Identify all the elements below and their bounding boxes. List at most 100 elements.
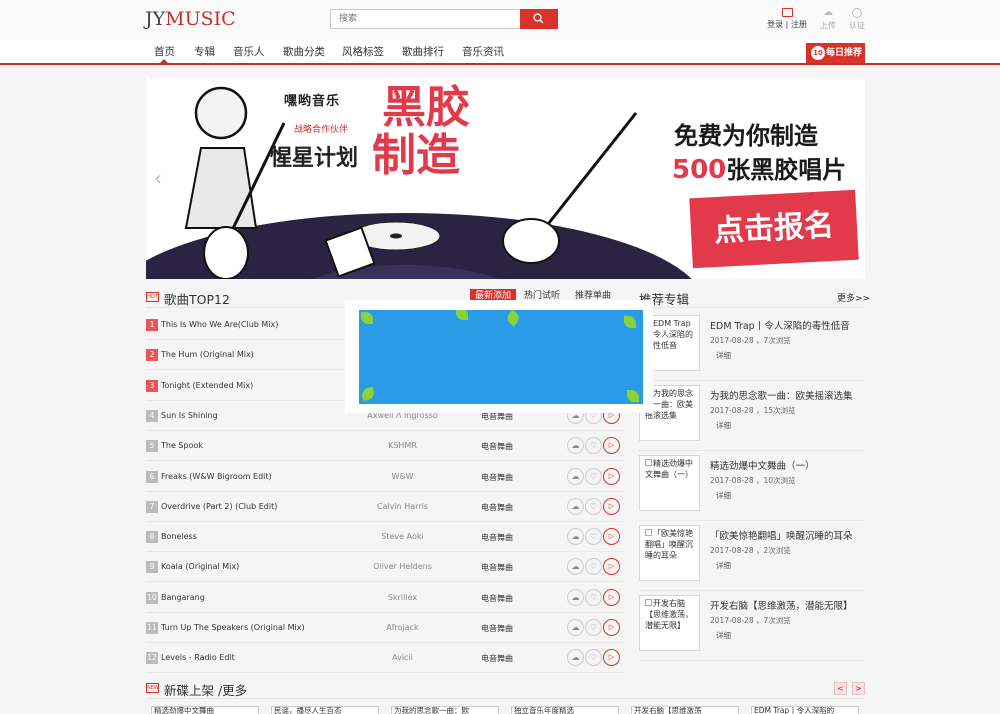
song-row[interactable]: 12 Levels - Radio Edit Avicii 电音舞曲 ☁ ♡ ▷ (146, 643, 625, 674)
new-prev-button[interactable]: < (834, 682, 847, 695)
play-button[interactable]: ▷ (603, 467, 620, 485)
album-detail-link[interactable]: 详细 (716, 560, 731, 571)
album-title[interactable]: 为我的思念歌一曲：欧美摇滚选集 (710, 388, 865, 402)
song-name[interactable]: Tonight (Extended Mix) (161, 381, 253, 390)
album-cover[interactable]: 「欧美惊艳翻唱」唤醒沉睡的耳朵 (639, 525, 700, 581)
like-button[interactable]: ♡ (585, 467, 602, 485)
song-artist[interactable]: Calvin Harris (346, 502, 459, 511)
nav-home[interactable]: 首页 (154, 44, 175, 59)
new-release-card[interactable]: EDM Trap丨令人深陷的 (751, 706, 859, 714)
like-button[interactable]: ♡ (585, 437, 602, 455)
video-player[interactable] (359, 310, 643, 404)
song-name[interactable]: Boneless (161, 532, 197, 541)
album-item[interactable]: 为我的思念歌一曲：欧美摇滚选集 为我的思念歌一曲：欧美摇滚选集 2017-08-28… (639, 385, 865, 451)
album-title[interactable]: 开发右脑【思维激荡，潜能无限】 (710, 598, 865, 612)
new-release-card[interactable]: 独立音乐年度精选 (511, 706, 619, 714)
album-item[interactable]: 「欧美惊艳翻唱」唤醒沉睡的耳朵 「欧美惊艳翻唱」唤醒沉睡的耳朵 2017-08-28… (639, 525, 865, 591)
play-button[interactable]: ▷ (603, 437, 620, 455)
song-row[interactable]: 8 Boneless Steve Aoki 电音舞曲 ☁ ♡ ▷ (146, 522, 625, 553)
song-name[interactable]: Sun Is Shining (161, 411, 218, 420)
album-cover[interactable]: 开发右脑【思维激荡，潜能无限】 (639, 595, 700, 651)
download-button[interactable]: ☁ (567, 437, 584, 455)
search-button[interactable] (520, 9, 558, 29)
play-button[interactable]: ▷ (603, 558, 620, 576)
nav-song-chart[interactable]: 歌曲排行 (402, 44, 444, 59)
song-name[interactable]: Overdrive (Part 2) (Club Edit) (161, 502, 277, 511)
song-name[interactable]: Freaks (W&W Bigroom Edit) (161, 472, 272, 481)
play-button[interactable]: ▷ (603, 588, 620, 606)
site-logo[interactable]: JYMUSIC (145, 8, 236, 30)
login-register-link[interactable]: 登录 | 注册 (762, 8, 812, 30)
song-name[interactable]: Levels - Radio Edit (161, 653, 235, 662)
song-name[interactable]: The Spook (161, 441, 203, 450)
song-row[interactable]: 6 Freaks (W&W Bigroom Edit) W&W 电音舞曲 ☁ ♡ ▷ (146, 462, 625, 492)
albums-more-link[interactable]: 更多>> (837, 291, 870, 304)
song-name[interactable]: This Is Who We Are(Club Mix) (161, 320, 278, 329)
new-next-button[interactable]: > (852, 682, 865, 695)
nav-music-news[interactable]: 音乐资讯 (462, 44, 504, 59)
album-title[interactable]: 「欧美惊艳翻唱」唤醒沉睡的耳朵 (710, 528, 865, 542)
song-artist[interactable]: KSHMR (346, 441, 459, 450)
song-artist[interactable]: Oliver Heldens (346, 562, 459, 571)
album-detail-link[interactable]: 详细 (716, 630, 731, 641)
album-cover[interactable]: 精选劲爆中文舞曲（一） (639, 455, 700, 511)
album-title[interactable]: 精选劲爆中文舞曲（一） (710, 458, 865, 472)
video-overlay[interactable] (345, 300, 653, 413)
new-section-title[interactable]: 新碟上架 /更多 (164, 680, 247, 699)
search-input[interactable] (331, 10, 521, 28)
song-name[interactable]: Turn Up The Speakers (Original Mix) (161, 623, 305, 632)
album-item[interactable]: 精选劲爆中文舞曲（一） 精选劲爆中文舞曲（一） 2017-08-28 ，10次浏览详… (639, 455, 865, 521)
song-row[interactable]: 5 The Spook KSHMR 电音舞曲 ☁ ♡ ▷ (146, 431, 625, 462)
daily-recommend-button[interactable]: 10 每日推荐 (806, 43, 865, 63)
like-button[interactable]: ♡ (585, 558, 602, 576)
download-button[interactable]: ☁ (567, 588, 584, 606)
album-item[interactable]: 开发右脑【思维激荡，潜能无限】 开发右脑【思维激荡，潜能无限】 2017-08-28… (639, 595, 865, 661)
download-button[interactable]: ☁ (567, 558, 584, 576)
nav-albums[interactable]: 专辑 (194, 44, 215, 59)
like-button[interactable]: ♡ (585, 528, 602, 546)
promo-banner[interactable]: ‹ 嘿哟音乐 战略合作伙伴 惺星计划 黑胶 制造 免费为你制造 500张黑胶唱片… (146, 78, 865, 279)
nav-style-tags[interactable]: 风格标签 (342, 44, 384, 59)
nav-musicians[interactable]: 音乐人 (233, 44, 265, 59)
upload-link[interactable]: ☁ 上传 (816, 8, 840, 31)
song-name[interactable]: The Hum (Original Mix) (161, 350, 254, 359)
new-release-card[interactable]: 开发右脑【思维激荡 (631, 706, 739, 714)
song-name[interactable]: Bangarang (161, 593, 205, 602)
certify-link[interactable]: 认证 (845, 8, 869, 31)
play-button[interactable]: ▷ (603, 528, 620, 546)
download-button[interactable]: ☁ (567, 649, 584, 667)
song-name[interactable]: Koala (Original Mix) (161, 562, 239, 571)
album-detail-link[interactable]: 详细 (716, 350, 731, 361)
album-item[interactable]: EDM Trap丨令人深陷的毒性低音 EDM Trap丨令人深陷的毒性低音 2017… (639, 315, 865, 381)
banner-signup-button[interactable]: 点击报名 (689, 189, 859, 269)
song-artist[interactable]: W&W (346, 472, 459, 481)
song-row[interactable]: 10 Bangarang Skrillex 电音舞曲 ☁ ♡ ▷ (146, 583, 625, 613)
banner-prev-arrow[interactable]: ‹ (154, 166, 162, 190)
new-release-card[interactable]: 为我的思念歌一曲：欧 (391, 706, 499, 714)
play-button[interactable]: ▷ (603, 619, 620, 636)
play-button[interactable]: ▷ (603, 649, 620, 667)
song-row[interactable]: 7 Overdrive (Part 2) (Club Edit) Calvin Ha… (146, 492, 625, 522)
album-title[interactable]: EDM Trap丨令人深陷的毒性低音 (710, 318, 865, 332)
new-release-card[interactable]: 民谣，播尽人生百态 (271, 706, 379, 714)
like-button[interactable]: ♡ (585, 497, 602, 515)
album-detail-link[interactable]: 详细 (716, 420, 731, 431)
download-button[interactable]: ☁ (567, 497, 584, 515)
album-detail-link[interactable]: 详细 (716, 490, 731, 501)
song-artist[interactable]: Afrojack (346, 623, 459, 632)
song-row[interactable]: 9 Koala (Original Mix) Oliver Heldens 电音舞曲 ☁… (146, 552, 625, 583)
download-button[interactable]: ☁ (567, 528, 584, 546)
song-artist[interactable]: Avicii (346, 653, 459, 662)
search-icon (533, 13, 544, 24)
nav-song-categories[interactable]: 歌曲分类 (283, 44, 325, 59)
like-button[interactable]: ♡ (585, 588, 602, 606)
song-artist[interactable]: Skrillex (346, 593, 459, 602)
download-button[interactable]: ☁ (567, 467, 584, 485)
download-button[interactable]: ☁ (567, 619, 584, 636)
song-artist[interactable]: Steve Aoki (346, 532, 459, 541)
like-button[interactable]: ♡ (585, 619, 602, 636)
play-button[interactable]: ▷ (603, 497, 620, 515)
new-release-card[interactable]: 精选劲爆中文舞曲 (151, 706, 259, 714)
like-button[interactable]: ♡ (585, 649, 602, 667)
song-row[interactable]: 11 Turn Up The Speakers (Original Mix) Afr… (146, 613, 625, 643)
